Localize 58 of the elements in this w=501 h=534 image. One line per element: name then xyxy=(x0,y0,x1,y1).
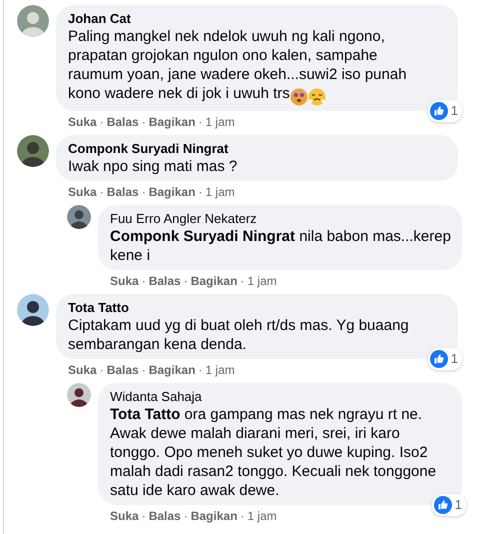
reply-link[interactable]: Balas xyxy=(148,274,181,288)
separator: · xyxy=(198,115,202,130)
timestamp[interactable]: 1 jam xyxy=(205,115,235,130)
author-link[interactable]: Johan Cat xyxy=(68,11,131,27)
like-icon xyxy=(430,102,448,120)
separator: · xyxy=(142,509,146,524)
mention-link[interactable]: Tota Tatto xyxy=(110,406,180,424)
reaction-count[interactable]: 1 xyxy=(428,100,462,122)
share-link[interactable]: Bagikan xyxy=(190,274,238,288)
separator: · xyxy=(100,185,104,200)
avatar[interactable] xyxy=(17,294,49,326)
separator: · xyxy=(142,185,146,200)
comment-text: Iwak npo sing mati mas ? xyxy=(68,157,238,176)
like-link[interactable]: Suka xyxy=(110,274,139,288)
comment-text: Paling mangkel nek ndelok uwuh ng kali ngono, prapatan grojokan ngulon ono kalen, sampahe raumum yoan, jane wadere okeh...suwi2 iso punah kono wadere nek di jok i uwuh trs xyxy=(68,27,430,106)
share-link[interactable]: Bagikan xyxy=(148,185,196,200)
like-link[interactable]: Suka xyxy=(68,185,97,200)
emoji-icon xyxy=(308,88,326,106)
comment-text: Ciptakam uud yg di buat oleh rt/ds mas. Yg buaang sembarangan kena denda. xyxy=(68,316,410,354)
author-link[interactable]: Fuu Erro Angler Nekaterz xyxy=(110,211,257,228)
author-link[interactable]: Componk Suryadi Ningrat xyxy=(68,141,228,158)
avatar[interactable] xyxy=(67,205,91,230)
reply-link[interactable]: Balas xyxy=(148,509,181,524)
reply-link[interactable]: Balas xyxy=(106,363,139,378)
author-link[interactable]: Tota Tatto xyxy=(68,300,129,316)
timestamp[interactable]: 1 jam xyxy=(205,363,235,378)
timestamp[interactable]: 1 jam xyxy=(247,509,277,524)
separator: · xyxy=(240,274,244,288)
separator: · xyxy=(184,274,188,288)
author-link[interactable]: Widanta Sahaja xyxy=(110,389,202,406)
like-link[interactable]: Suka xyxy=(68,363,97,378)
separator: · xyxy=(184,509,188,524)
like-icon xyxy=(434,496,452,514)
emoji-icon xyxy=(290,88,308,106)
separator: · xyxy=(142,274,146,288)
separator: · xyxy=(198,185,202,200)
share-link[interactable]: Bagikan xyxy=(148,115,196,130)
reaction-count[interactable]: 1 xyxy=(432,494,466,516)
separator: · xyxy=(100,115,104,130)
timestamp[interactable]: 1 jam xyxy=(205,185,235,200)
reply-link[interactable]: Balas xyxy=(106,115,139,130)
like-link[interactable]: Suka xyxy=(110,509,139,524)
separator: · xyxy=(240,509,244,524)
reply-link[interactable]: Balas xyxy=(106,185,139,200)
avatar[interactable] xyxy=(17,135,49,168)
comment-text: Componk Suryadi Ningrat nila babon mas...kerep kene i xyxy=(110,227,452,266)
separator: · xyxy=(142,115,146,130)
timestamp[interactable]: 1 jam xyxy=(247,274,277,288)
mention-link[interactable]: Componk Suryadi Ningrat xyxy=(110,228,296,246)
separator: · xyxy=(198,363,202,378)
reaction-count[interactable]: 1 xyxy=(428,348,462,370)
separator: · xyxy=(100,363,104,378)
like-link[interactable]: Suka xyxy=(68,115,97,130)
avatar[interactable] xyxy=(67,383,91,408)
like-icon xyxy=(430,350,448,368)
share-link[interactable]: Bagikan xyxy=(190,509,238,524)
separator: · xyxy=(142,363,146,378)
share-link[interactable]: Bagikan xyxy=(148,363,196,378)
